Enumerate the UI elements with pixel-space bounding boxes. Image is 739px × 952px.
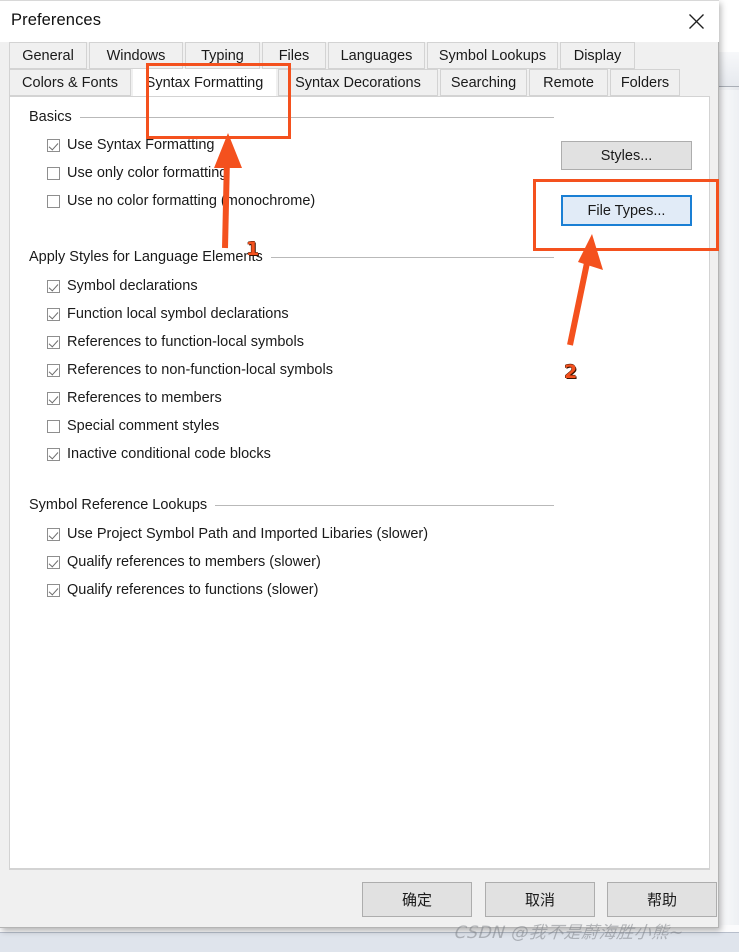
help-button[interactable]: 帮助 — [607, 882, 717, 917]
tab-syntax-formatting[interactable]: Syntax Formatting — [133, 69, 276, 96]
tab-label: Searching — [450, 74, 517, 91]
checkbox-references-to-non-function-local-symbols[interactable]: References to non-function-local symbols — [47, 362, 333, 378]
background-right-toolbar — [718, 52, 739, 87]
checkbox-indicator[interactable] — [47, 527, 60, 541]
checkbox-label: References to non-function-local symbols — [67, 362, 333, 378]
tab-colors-fonts[interactable]: Colors & Fonts — [9, 69, 131, 96]
tab-label: Syntax Formatting — [145, 74, 264, 91]
cancel-button[interactable]: 取消 — [485, 882, 595, 917]
checkbox-qualify-references-to-functions[interactable]: Qualify references to functions (slower) — [47, 582, 318, 598]
checkbox-indicator[interactable] — [47, 583, 60, 597]
tab-windows[interactable]: Windows — [89, 42, 183, 69]
checkbox-use-only-color-formatting[interactable]: Use only color formatting — [47, 165, 227, 181]
close-icon — [688, 14, 704, 29]
close-button[interactable] — [673, 1, 719, 42]
checkbox-indicator[interactable] — [47, 138, 60, 152]
group-title-basics: Basics — [29, 109, 72, 125]
group-title-symbol-reference-lookups: Symbol Reference Lookups — [29, 497, 208, 513]
checkbox-references-to-function-local-symbols[interactable]: References to function-local symbols — [47, 334, 304, 350]
footer-separator — [9, 869, 710, 870]
checkbox-indicator[interactable] — [47, 391, 60, 405]
tab-label: Display — [573, 47, 622, 64]
background-right-content — [718, 90, 739, 925]
checkbox-symbol-declarations[interactable]: Symbol declarations — [47, 278, 198, 294]
tab-files[interactable]: Files — [262, 42, 326, 69]
tab-label: Syntax Decorations — [295, 74, 421, 91]
checkbox-indicator[interactable] — [47, 363, 60, 377]
checkbox-indicator[interactable] — [47, 279, 60, 293]
checkbox-label: Inactive conditional code blocks — [67, 446, 271, 462]
checkbox-use-no-color-formatting[interactable]: Use no color formatting (monochrome) — [47, 193, 315, 209]
tab-folders[interactable]: Folders — [610, 69, 680, 96]
group-rule — [79, 116, 554, 118]
checkbox-inactive-conditional-code-blocks[interactable]: Inactive conditional code blocks — [47, 446, 271, 462]
preferences-dialog: Preferences General Windows Typing Files Lan… — [0, 0, 719, 928]
checkbox-label: Qualify references to functions (slower) — [67, 582, 319, 598]
file-types-button[interactable]: File Types... — [561, 195, 692, 226]
tab-syntax-decorations[interactable]: Syntax Decorations — [278, 69, 438, 96]
tab-searching[interactable]: Searching — [440, 69, 527, 96]
checkbox-label: Special comment styles — [67, 418, 220, 434]
checkbox-label: References to function-local symbols — [67, 334, 304, 350]
checkbox-indicator[interactable] — [47, 419, 60, 433]
checkbox-label: Symbol declarations — [67, 278, 198, 294]
checkbox-use-project-symbol-path[interactable]: Use Project Symbol Path and Imported Lib… — [47, 526, 428, 542]
checkbox-indicator[interactable] — [47, 335, 60, 349]
tab-remote[interactable]: Remote — [529, 69, 608, 96]
background-right-titlebar — [718, 0, 739, 52]
watermark: CSDN @我不是蔚海胜小熊~ — [453, 923, 685, 943]
dialog-titlebar: Preferences — [0, 0, 719, 42]
tab-row-2: Colors & Fonts Syntax Formatting Syntax De… — [9, 69, 710, 96]
group-header-basics: Basics — [29, 109, 554, 125]
checkbox-label: References to members — [67, 390, 222, 406]
tab-strip: General Windows Typing Files Languages Symbol… — [9, 42, 710, 98]
checkbox-label: Use Project Symbol Path and Imported Lib… — [67, 526, 429, 542]
tab-label: Languages — [340, 47, 413, 64]
syntax-formatting-panel: Basics Use Syntax Formatting Use only co… — [9, 96, 710, 869]
checkbox-indicator[interactable] — [47, 194, 60, 208]
tab-label: Folders — [620, 74, 670, 91]
group-rule — [215, 504, 554, 506]
checkbox-indicator[interactable] — [47, 166, 60, 180]
tab-display[interactable]: Display — [560, 42, 635, 69]
tab-label: Typing — [201, 47, 244, 64]
checkbox-indicator[interactable] — [47, 447, 60, 461]
tab-general[interactable]: General — [9, 42, 87, 69]
checkbox-label: Function local symbol declarations — [67, 306, 289, 322]
checkbox-label: Qualify references to members (slower) — [67, 554, 321, 570]
tab-typing[interactable]: Typing — [185, 42, 260, 69]
checkbox-label: Use only color formatting — [67, 165, 228, 181]
tab-label: Colors & Fonts — [22, 74, 118, 91]
checkbox-references-to-members[interactable]: References to members — [47, 390, 222, 406]
tab-label: Symbol Lookups — [438, 47, 547, 64]
checkbox-indicator[interactable] — [47, 555, 60, 569]
ok-button[interactable]: 确定 — [362, 882, 472, 917]
page-title: Preferences — [11, 11, 102, 29]
tab-label: General — [22, 47, 74, 64]
checkbox-indicator[interactable] — [47, 307, 60, 321]
checkbox-label: Use no color formatting (monochrome) — [67, 193, 316, 209]
checkbox-label: Use Syntax Formatting — [67, 137, 215, 153]
tab-label: Remote — [543, 74, 594, 91]
group-rule — [270, 256, 554, 258]
tab-label: Files — [278, 47, 310, 64]
checkbox-function-local-symbol-declarations[interactable]: Function local symbol declarations — [47, 306, 289, 322]
group-header-apply-styles: Apply Styles for Language Elements — [29, 249, 554, 265]
group-header-symbol-reference-lookups: Symbol Reference Lookups — [29, 497, 554, 513]
checkbox-special-comment-styles[interactable]: Special comment styles — [47, 418, 219, 434]
tab-label: Windows — [106, 47, 166, 64]
group-title-apply-styles: Apply Styles for Language Elements — [29, 249, 263, 265]
checkbox-qualify-references-to-members[interactable]: Qualify references to members (slower) — [47, 554, 321, 570]
checkbox-use-syntax-formatting[interactable]: Use Syntax Formatting — [47, 137, 214, 153]
tab-languages[interactable]: Languages — [328, 42, 425, 69]
styles-button[interactable]: Styles... — [561, 141, 692, 170]
tab-row-1: General Windows Typing Files Languages Symbol… — [9, 42, 710, 69]
tab-symbol-lookups[interactable]: Symbol Lookups — [427, 42, 558, 69]
